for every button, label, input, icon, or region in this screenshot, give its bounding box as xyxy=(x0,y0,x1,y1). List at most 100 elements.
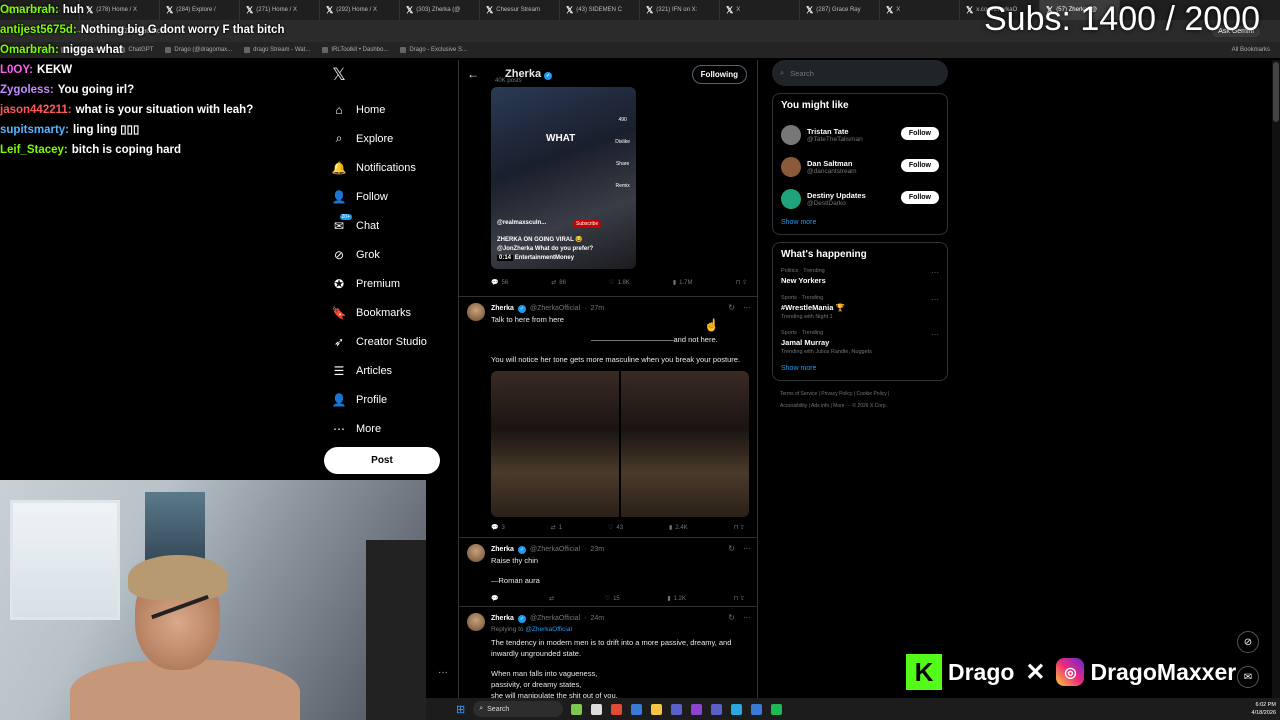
grok-icon[interactable]: ↻ xyxy=(728,544,735,553)
browser-tab[interactable]: 𝕏 (321) IFN on X: xyxy=(640,0,720,20)
suggested-account[interactable]: Destiny Updates @DestiDarko Follow xyxy=(781,183,939,215)
bookmark-item[interactable]: Drago - Exclusive S... xyxy=(400,47,467,53)
repost-icon[interactable]: ⇄ xyxy=(549,594,557,605)
nav-item-follow[interactable]: 👤 Follow xyxy=(322,182,452,211)
browser-tab[interactable]: 𝕏X xyxy=(880,0,960,20)
taskbar-app-icon[interactable] xyxy=(631,703,643,715)
footer-links[interactable]: Terms of Service | Privacy Policy | Cook… xyxy=(772,388,948,412)
avatar[interactable] xyxy=(467,613,485,631)
taskbar-search[interactable]: ⌕ Search xyxy=(473,701,564,717)
account-more-icon[interactable]: ··· xyxy=(438,667,448,678)
views-icon[interactable]: ▮ 2.4K xyxy=(669,523,688,534)
trend-title[interactable]: #WrestleMania 🏆 xyxy=(781,303,939,312)
nav-item-premium[interactable]: ✪ Premium xyxy=(322,269,452,298)
nav-item-chat[interactable]: ✉ 20+ Chat xyxy=(322,211,452,240)
views-icon[interactable]: ▮ 1.2K xyxy=(667,594,686,605)
trend-title[interactable]: Jamal Murray xyxy=(781,338,939,347)
nav-item-grok[interactable]: ⊘ Grok xyxy=(322,240,452,269)
back-arrow-icon[interactable]: ← xyxy=(467,67,479,81)
bookmark-item[interactable]: IRLToolkit • Dashbo... xyxy=(322,47,388,53)
views-icon[interactable]: ▮ 1.7M xyxy=(673,279,693,287)
nav-item-articles[interactable]: ☰ Articles xyxy=(322,356,452,385)
like-icon[interactable]: ♡ 15 xyxy=(605,594,620,605)
taskbar-app-icon[interactable] xyxy=(591,703,603,715)
video-dislike[interactable]: Dislike xyxy=(615,139,630,145)
more-icon[interactable]: ··· xyxy=(743,544,751,553)
browser-tab[interactable]: 𝕏 (303) Zherka (@ xyxy=(400,0,480,20)
following-button[interactable]: Following xyxy=(691,65,747,84)
messages-fab-icon[interactable]: ✉ xyxy=(1237,666,1259,688)
tweet-handle[interactable]: @ZherkaOfficial xyxy=(530,613,580,624)
all-bookmarks-button[interactable]: All Bookmarks xyxy=(1232,47,1270,53)
trend-item[interactable]: Sports · Trending #WrestleMania 🏆 Trending… xyxy=(781,295,939,320)
trend-item[interactable]: Sports · Trending Jamal Murray Trending wi… xyxy=(781,330,939,355)
suggested-account[interactable]: Dan Saltman @dancantstream Follow xyxy=(781,151,939,183)
media-image-left[interactable] xyxy=(491,371,619,517)
reply-icon[interactable]: 💬 3 xyxy=(491,523,505,534)
avatar[interactable] xyxy=(467,303,485,321)
taskbar-app-icon[interactable] xyxy=(611,703,623,715)
video-like-count[interactable]: 490 xyxy=(618,117,626,123)
post-button[interactable]: Post xyxy=(324,447,440,474)
replying-handle-link[interactable]: @ZherkaOfficial xyxy=(525,626,572,633)
grok-fab-icon[interactable]: ⊘ xyxy=(1237,631,1259,653)
bookmark-icon[interactable]: ⊓ ⇪ xyxy=(736,279,747,286)
avatar[interactable] xyxy=(781,125,801,145)
like-icon[interactable]: ♡ 1.8K xyxy=(609,279,630,287)
tweet-author[interactable]: Zherka xyxy=(491,544,514,555)
taskbar-app-icon[interactable] xyxy=(691,703,703,715)
video-remix[interactable]: Remix xyxy=(616,183,630,189)
grok-icon[interactable]: ↻ xyxy=(728,613,735,622)
avatar[interactable] xyxy=(781,189,801,209)
follow-button[interactable]: Follow xyxy=(900,127,939,140)
like-icon[interactable]: ♡ 43 xyxy=(608,523,623,534)
taskbar-app-icon[interactable] xyxy=(711,703,723,715)
account-name[interactable]: Dan Saltman xyxy=(807,159,857,168)
suggested-account[interactable]: Tristan Tate @TateTheTalisman Follow xyxy=(781,119,939,151)
taskbar-clock[interactable]: 6:02 PM 4/18/2026 xyxy=(1252,701,1276,717)
avatar[interactable] xyxy=(467,544,485,562)
tweet[interactable]: ↻ ··· Zherka ✓ @ZherkaOfficial · 23m Raise th… xyxy=(459,537,757,605)
nav-item-home[interactable]: ⌂ Home xyxy=(322,95,452,124)
show-more-link[interactable]: Show more xyxy=(781,219,939,226)
avatar[interactable] xyxy=(781,157,801,177)
nav-item-explore[interactable]: ⌕ Explore xyxy=(322,124,452,153)
browser-tab[interactable]: 𝕏 Cheesur Stream xyxy=(480,0,560,20)
trend-title[interactable]: New Yorkers xyxy=(781,276,939,285)
scrollbar[interactable] xyxy=(1272,60,1280,700)
follow-button[interactable]: Follow xyxy=(900,159,939,172)
x-logo-icon[interactable]: 𝕏 xyxy=(324,60,354,90)
search-input[interactable]: ⌕ Search xyxy=(772,60,948,86)
nav-item-more[interactable]: ⋯ More xyxy=(322,414,452,443)
reply-icon[interactable]: 💬 xyxy=(491,594,501,605)
more-icon[interactable]: ··· xyxy=(743,613,751,622)
browser-tab[interactable]: 𝕏X xyxy=(720,0,800,20)
show-more-link[interactable]: Show more xyxy=(781,365,939,372)
tweet[interactable]: ↻ ··· Zherka ✓ @ZherkaOfficial · 27m Talk to … xyxy=(459,296,757,536)
repost-icon[interactable]: ⇄ 86 xyxy=(551,279,566,287)
nav-item-profile[interactable]: 👤 Profile xyxy=(322,385,452,414)
repost-icon[interactable]: ⇄ 1 xyxy=(551,523,562,534)
reply-icon[interactable]: 💬 56 xyxy=(491,279,508,287)
browser-tab[interactable]: 𝕏 (287) Grace Ray xyxy=(800,0,880,20)
account-name[interactable]: Destiny Updates xyxy=(807,191,866,200)
nav-item-creator-studio[interactable]: ➶ Creator Studio xyxy=(322,327,452,356)
tweet-time[interactable]: 27m xyxy=(590,303,604,314)
tweet-time[interactable]: 24m xyxy=(590,613,604,624)
more-icon[interactable]: ··· xyxy=(931,330,939,339)
media-image-right[interactable] xyxy=(621,371,749,517)
tweet-handle[interactable]: @ZherkaOfficial xyxy=(530,544,580,555)
taskbar-app-icon[interactable] xyxy=(571,703,583,715)
nav-item-bookmarks[interactable]: 🔖 Bookmarks xyxy=(322,298,452,327)
video-share[interactable]: Share xyxy=(616,161,629,167)
taskbar-app-icon[interactable] xyxy=(771,703,783,715)
tweet-author[interactable]: Zherka xyxy=(491,613,514,624)
video-embed[interactable]: WHAT 490 Dislike Share Remix Subscribe @… xyxy=(491,87,636,269)
browser-tab[interactable]: 𝕏 (292) Home / X xyxy=(320,0,400,20)
browser-tab[interactable]: 𝕏 (43) SIDEMEN C xyxy=(560,0,640,20)
windows-start-icon[interactable]: ⊞ xyxy=(456,703,465,716)
follow-button[interactable]: Follow xyxy=(900,191,939,204)
taskbar-app-icon[interactable] xyxy=(751,703,763,715)
bookmark-icon[interactable]: ⊓ ⇪ xyxy=(734,523,745,534)
tweet-author[interactable]: Zherka xyxy=(491,303,514,314)
